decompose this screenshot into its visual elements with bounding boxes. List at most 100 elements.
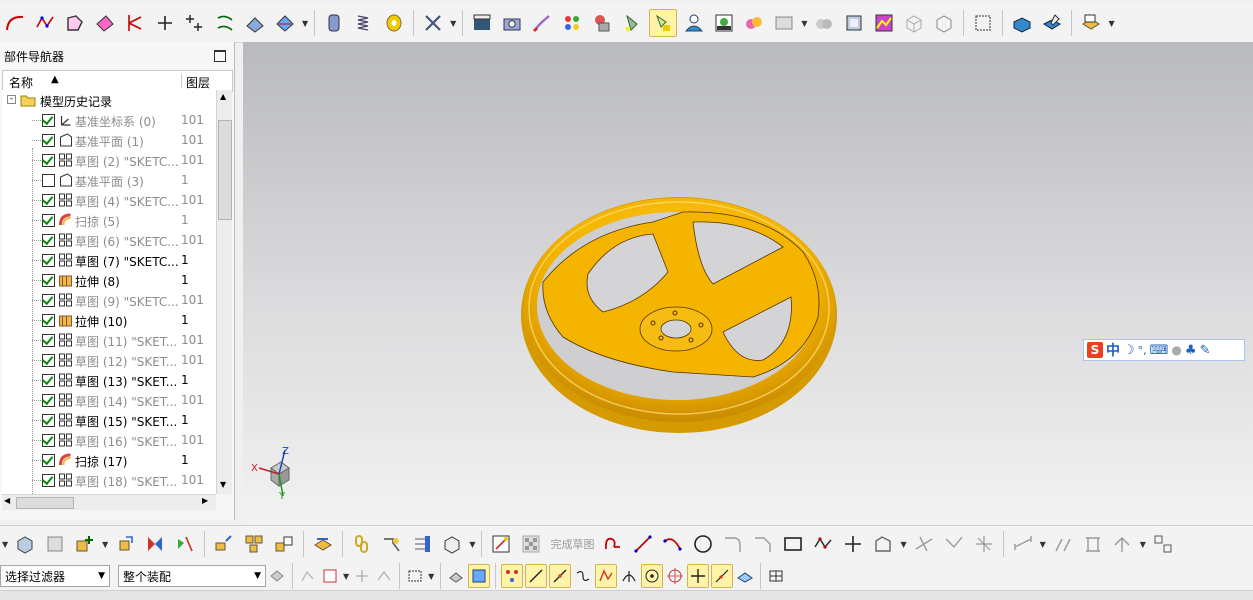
offset-curve-icon[interactable] <box>122 10 148 36</box>
visibility-checkbox[interactable] <box>42 194 55 207</box>
fastener-icon[interactable] <box>379 531 405 557</box>
wrench-settings-icon[interactable]: ✎ <box>1200 343 1211 358</box>
chamfer-icon[interactable] <box>750 531 776 557</box>
visibility-checkbox[interactable] <box>42 214 55 227</box>
select-face-icon[interactable] <box>468 564 491 588</box>
punctuation-toggle[interactable]: °, <box>1138 344 1147 357</box>
wave-link-icon[interactable] <box>310 531 336 557</box>
dropdown-arrow-icon[interactable]: ▼ <box>1108 19 1114 28</box>
selection-filter-dropdown[interactable]: 选择过滤器 ▼ <box>0 565 110 587</box>
replace-component-icon[interactable] <box>271 531 297 557</box>
scrollbar-thumb[interactable] <box>218 120 232 220</box>
mirror-curve-icon[interactable] <box>1150 531 1176 557</box>
visibility-checkbox[interactable] <box>42 434 55 447</box>
part-family-icon[interactable] <box>1078 10 1104 36</box>
dropdown-arrow-icon[interactable]: ▼ <box>302 19 308 28</box>
dropdown-arrow-icon[interactable]: ▼ <box>469 540 475 549</box>
scroll-down-icon[interactable]: ▼ <box>220 480 226 489</box>
graphics-viewport[interactable]: Z X Y <box>243 42 1253 524</box>
scroll-right-icon[interactable]: ▶ <box>202 496 208 505</box>
snap-point-on-surface-icon[interactable] <box>735 565 755 587</box>
tree-item[interactable]: 草图 (18) "SKET... 101 <box>2 470 216 490</box>
tree-item[interactable]: 扫掠 (17) 1 <box>2 450 216 470</box>
user-icon[interactable] <box>681 10 707 36</box>
snap-point-on-curve-icon[interactable] <box>711 564 734 588</box>
assembly-navigator-icon[interactable] <box>12 531 38 557</box>
blue-block-icon[interactable] <box>1009 10 1035 36</box>
tree-item[interactable]: 草图 (13) "SKET... 1 <box>2 370 216 390</box>
rectangle-icon[interactable] <box>780 531 806 557</box>
quick-trim-icon[interactable] <box>911 531 937 557</box>
tree-item[interactable]: 草图 (11) "SKET... 101 <box>2 330 216 350</box>
steering-wheel-model[interactable] <box>243 42 1253 524</box>
frame-select-icon[interactable] <box>970 10 996 36</box>
dropdown-arrow-icon[interactable]: ▼ <box>428 572 434 581</box>
layer-settings-icon[interactable] <box>321 10 347 36</box>
exploded-view-icon[interactable] <box>211 531 237 557</box>
dropdown-arrow-icon[interactable]: ▼ <box>900 540 906 549</box>
visibility-checkbox[interactable] <box>42 354 55 367</box>
shading-balls-icon[interactable] <box>741 10 767 36</box>
text-curve-icon[interactable] <box>92 10 118 36</box>
material-icon[interactable] <box>589 10 615 36</box>
tree-item[interactable]: 草图 (15) "SKET... 1 <box>2 410 216 430</box>
show-constraints-icon[interactable] <box>1080 531 1106 557</box>
make-corner-icon[interactable] <box>971 531 997 557</box>
tree-root[interactable]: - 模型历史记录 <box>2 90 216 110</box>
stop-at-intersection-icon[interactable] <box>352 565 372 587</box>
finish-sketch-label[interactable]: 完成草图 <box>550 536 594 552</box>
tree-item[interactable]: 草图 (12) "SKET... 101 <box>2 350 216 370</box>
dropdown-arrow-icon[interactable]: ▼ <box>2 540 8 549</box>
hidden-cube-icon[interactable] <box>931 10 957 36</box>
visibility-checkbox[interactable] <box>42 314 55 327</box>
spring-icon[interactable] <box>351 10 377 36</box>
snap-points-icon[interactable] <box>501 564 524 588</box>
point-set-icon[interactable] <box>182 10 208 36</box>
new-component-icon[interactable] <box>42 531 68 557</box>
visibility-checkbox[interactable] <box>42 414 55 427</box>
mirror-assembly-icon[interactable] <box>172 531 198 557</box>
studio-spline-icon[interactable] <box>32 10 58 36</box>
routing-icon[interactable] <box>409 531 435 557</box>
intersect-curve-icon[interactable] <box>242 10 268 36</box>
cube-shaded-icon[interactable] <box>841 10 867 36</box>
sketch-point-icon[interactable] <box>840 531 866 557</box>
tree-item[interactable]: 扫掠 (5) 1 <box>2 210 216 230</box>
ime-language-toggle[interactable]: 中 <box>1106 340 1120 360</box>
circle-icon[interactable] <box>690 531 716 557</box>
sort-ascending-icon[interactable]: ▲ <box>51 74 59 85</box>
edit-block-icon[interactable] <box>1039 10 1065 36</box>
offset-sketch-icon[interactable] <box>870 531 896 557</box>
selection-scope-dropdown[interactable]: 整个装配 ▼ <box>118 565 266 587</box>
point-icon[interactable] <box>152 10 178 36</box>
visibility-checkbox[interactable] <box>42 474 55 487</box>
component-pattern-icon[interactable] <box>241 531 267 557</box>
studio-spline-sketch-icon[interactable] <box>810 531 836 557</box>
geometric-constraint-icon[interactable] <box>1050 531 1076 557</box>
gear-wheel-icon[interactable] <box>381 10 407 36</box>
tree-item[interactable]: 草图 (4) "SKETC... 101 <box>2 190 216 210</box>
scrollbar-thumb[interactable] <box>16 497 74 509</box>
tree-item[interactable]: 草图 (7) "SKETC... 1 <box>2 250 216 270</box>
keyboard-icon[interactable]: ⌨ <box>1150 343 1169 358</box>
skin-shirt-icon[interactable]: ♣ <box>1185 343 1197 358</box>
project-curve-icon[interactable] <box>212 10 238 36</box>
dimension-icon[interactable] <box>1010 531 1036 557</box>
snap-end-point-icon[interactable] <box>525 564 548 588</box>
tree-item[interactable]: 拉伸 (10) 1 <box>2 310 216 330</box>
arc-curve-icon[interactable] <box>2 10 28 36</box>
snap-arc-center-icon[interactable] <box>641 564 664 588</box>
feature-curve-rule-icon[interactable] <box>298 565 318 587</box>
maximize-icon[interactable] <box>214 50 226 62</box>
texture-icon[interactable] <box>871 10 897 36</box>
rectangle-select-icon[interactable] <box>405 565 425 587</box>
dropdown-arrow-icon[interactable]: ▼ <box>1140 540 1146 549</box>
arc-icon[interactable] <box>660 531 686 557</box>
display-mode-icon[interactable] <box>771 10 797 36</box>
dropdown-arrow-icon[interactable]: ▼ <box>1040 540 1046 549</box>
snap-control-point-icon[interactable] <box>595 564 618 588</box>
visibility-checkbox[interactable] <box>42 454 55 467</box>
add-component-icon[interactable] <box>72 531 98 557</box>
tree-item[interactable]: 拉伸 (8) 1 <box>2 270 216 290</box>
snap-curve-point-icon[interactable] <box>573 565 593 587</box>
